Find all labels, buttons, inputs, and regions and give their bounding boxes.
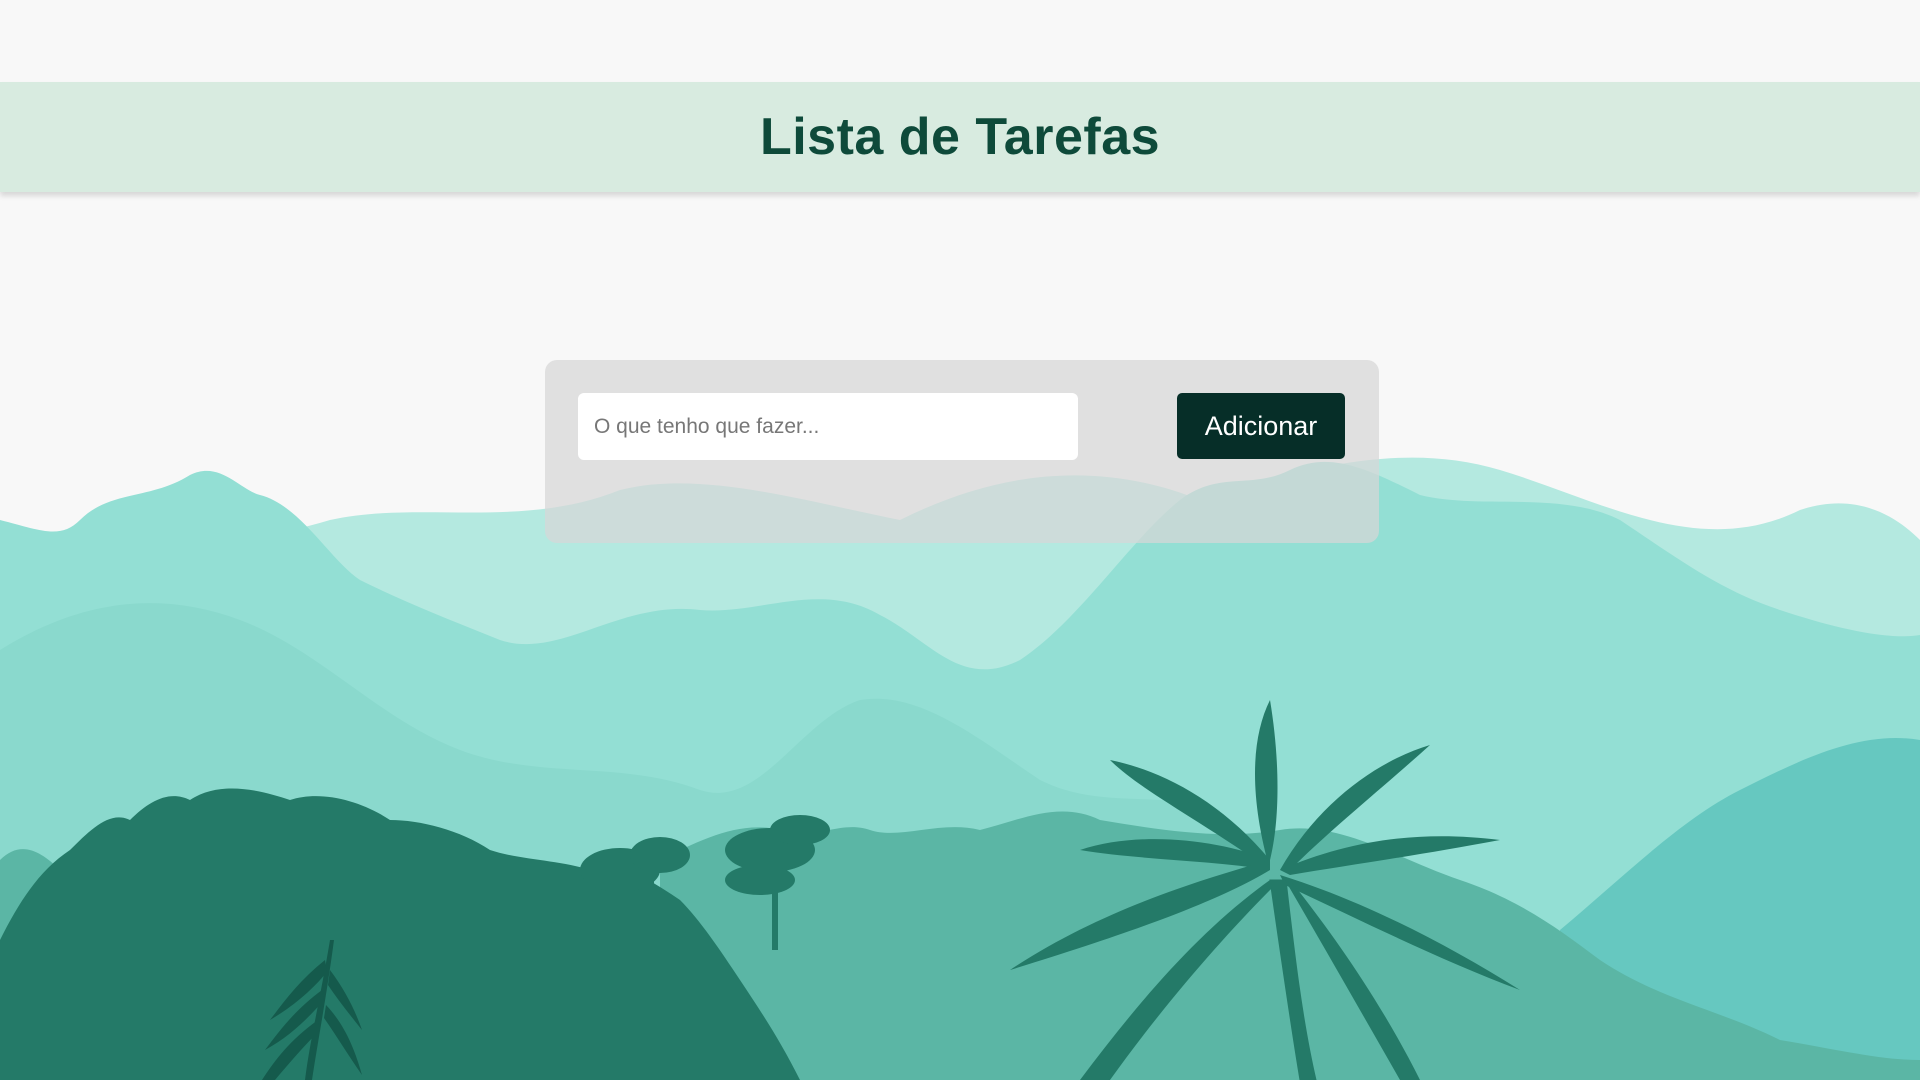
page-title: Lista de Tarefas [759, 108, 1161, 166]
task-input[interactable] [578, 393, 1078, 460]
page: Lista de Tarefas Adicionar [0, 0, 1920, 1080]
page-header: Lista de Tarefas [0, 82, 1920, 192]
add-task-button[interactable]: Adicionar [1177, 393, 1345, 459]
task-form-card: Adicionar [545, 360, 1379, 543]
